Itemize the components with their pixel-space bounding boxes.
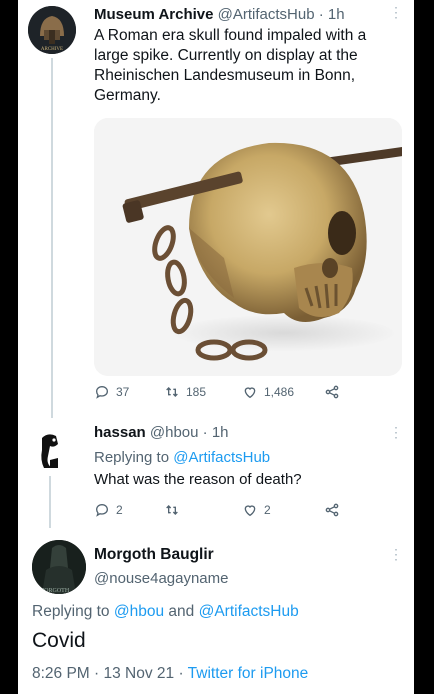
tweet-hassan[interactable]: hassan @hbou · 1h ⋮ Replying to @Artifac… xyxy=(18,418,414,528)
tweet1-header: Museum Archive @ArtifactsHub · 1h xyxy=(94,6,345,23)
timestamp[interactable]: 1h xyxy=(212,424,229,441)
tweet-text: A Roman era skull found impaled with a l… xyxy=(94,27,367,104)
retweet-button[interactable] xyxy=(164,502,242,518)
reply-button[interactable]: 2 xyxy=(94,502,164,518)
tweet2-actions: 2 2 xyxy=(94,502,394,518)
skull-with-spike-image xyxy=(94,118,402,376)
avatar-text: MORGOTH xyxy=(39,588,70,594)
display-name[interactable]: Morgoth Bauglir xyxy=(94,546,214,564)
tweet-text: What was the reason of death? xyxy=(94,471,302,488)
dog-icon xyxy=(28,426,72,470)
handle[interactable]: @hbou xyxy=(150,424,199,441)
tweet-timestamp[interactable]: 8:26 PM · 13 Nov 21 · xyxy=(32,665,188,682)
more-options-icon[interactable]: ⋮ xyxy=(389,4,403,21)
like-button[interactable]: 2 xyxy=(242,502,324,518)
retweet-icon xyxy=(166,505,178,515)
reply-icon xyxy=(95,503,109,517)
display-name[interactable]: hassan xyxy=(94,424,146,441)
reply-count: 2 xyxy=(116,503,123,517)
tweet-image[interactable] xyxy=(94,118,402,376)
client-link[interactable]: Twitter for iPhone xyxy=(188,665,309,682)
more-options-icon[interactable]: ⋮ xyxy=(389,546,403,563)
mention-link[interactable]: @ArtifactsHub xyxy=(173,449,270,466)
retweet-icon xyxy=(166,387,178,397)
heart-icon xyxy=(244,387,256,399)
reply-count: 37 xyxy=(116,385,130,399)
tweet-museum-archive[interactable]: ARCHIVE Museum Archive @ArtifactsHub · 1… xyxy=(18,0,414,418)
retweet-button[interactable]: 185 xyxy=(164,384,242,400)
tweet-morgoth-bauglir[interactable]: MORGOTH Morgoth Bauglir @nouse4agayname … xyxy=(18,528,414,694)
replying-to-line: Replying to @ArtifactsHub xyxy=(94,449,271,466)
more-options-icon[interactable]: ⋮ xyxy=(389,424,403,441)
mention-link[interactable]: @hbou xyxy=(114,603,164,620)
thread-line xyxy=(51,58,53,418)
share-button[interactable] xyxy=(324,384,340,400)
replying-to-line: Replying to @hbou and @ArtifactsHub xyxy=(32,603,299,620)
handle[interactable]: @ArtifactsHub xyxy=(218,6,315,23)
tweet1-actions: 37 185 1,486 xyxy=(94,384,394,400)
share-icon xyxy=(325,385,339,399)
reply-button[interactable]: 37 xyxy=(94,384,164,400)
like-count: 2 xyxy=(264,503,271,517)
like-count: 1,486 xyxy=(264,385,295,399)
tweet-meta: 8:26 PM · 13 Nov 21 · Twitter for iPhone xyxy=(32,664,308,683)
like-button[interactable]: 1,486 xyxy=(242,384,324,400)
share-button[interactable] xyxy=(324,502,340,518)
reply-icon xyxy=(95,385,109,399)
svg-text:ARCHIVE: ARCHIVE xyxy=(41,47,63,52)
dark-lord-icon: MORGOTH xyxy=(32,540,86,594)
mention-link[interactable]: @ArtifactsHub xyxy=(199,603,299,620)
avatar-hassan[interactable] xyxy=(28,426,72,470)
handle[interactable]: @nouse4agayname xyxy=(94,570,229,587)
helmet-icon: ARCHIVE xyxy=(28,6,76,54)
tweet-text: Covid xyxy=(32,629,86,652)
twitter-screen: ARCHIVE Museum Archive @ArtifactsHub · 1… xyxy=(18,0,414,694)
retweet-count: 185 xyxy=(186,385,207,399)
thread-line xyxy=(49,476,51,528)
display-name[interactable]: Museum Archive xyxy=(94,6,213,23)
avatar-morgoth[interactable]: MORGOTH xyxy=(32,540,86,594)
tweet2-header: hassan @hbou · 1h xyxy=(94,424,229,441)
heart-icon xyxy=(244,505,256,517)
timestamp[interactable]: 1h xyxy=(328,6,345,23)
avatar-museum-archive[interactable]: ARCHIVE xyxy=(28,6,76,54)
share-icon xyxy=(325,503,339,517)
